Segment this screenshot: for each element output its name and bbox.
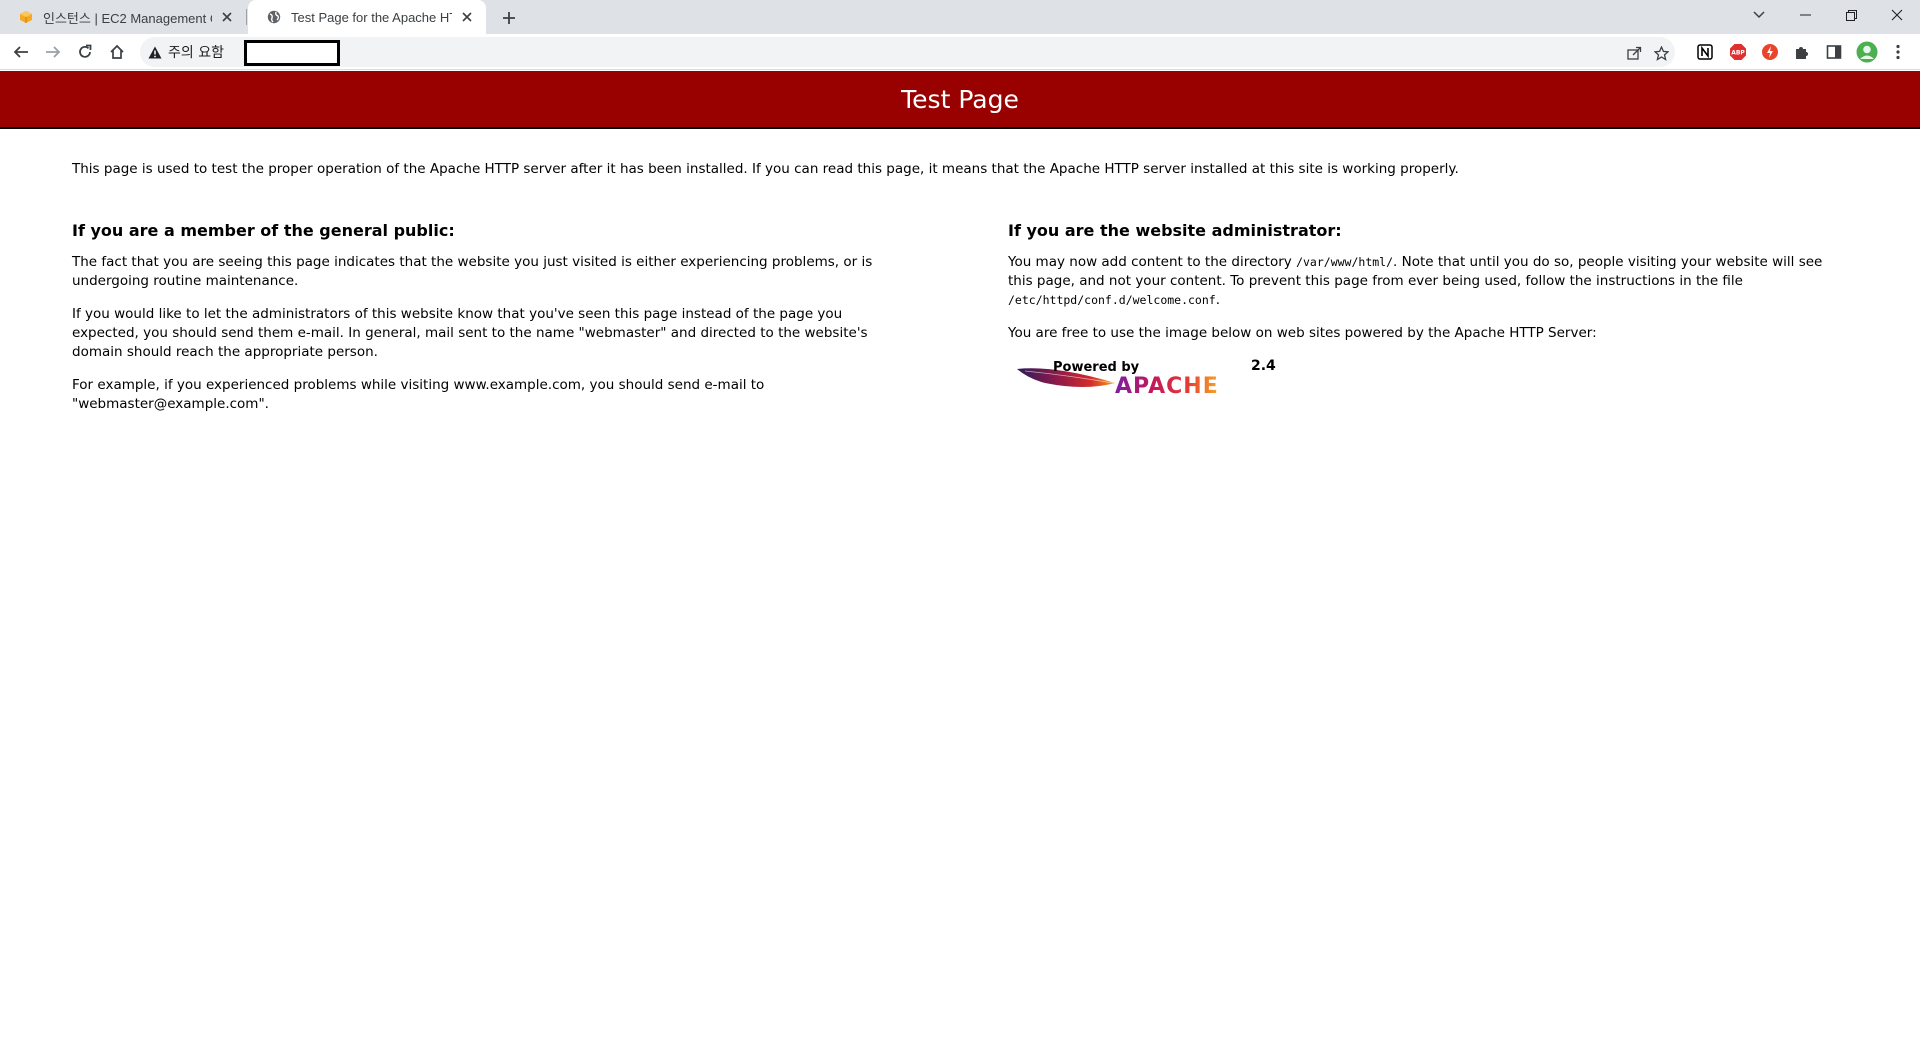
- tab-apache-test-page[interactable]: Test Page for the Apache HTTP: [248, 0, 486, 34]
- close-window-button[interactable]: [1874, 0, 1920, 30]
- public-paragraph-3: For example, if you experienced problems…: [72, 377, 765, 412]
- powered-by-text: Powered by: [1053, 360, 1140, 375]
- notion-icon: [1697, 44, 1713, 60]
- public-paragraph-2: If you would like to let the administrat…: [72, 306, 868, 360]
- public-heading: If you are a member of the general publi…: [72, 221, 455, 240]
- reload-button[interactable]: [71, 38, 99, 66]
- avatar-icon: [1856, 41, 1878, 63]
- arrow-right-icon: [46, 46, 61, 58]
- arrow-left-icon: [13, 46, 28, 58]
- warning-icon: [148, 46, 162, 58]
- close-icon: [1891, 9, 1903, 21]
- reload-icon: [79, 44, 92, 58]
- svg-text:ABP: ABP: [1731, 50, 1745, 57]
- close-tab-icon[interactable]: [218, 8, 236, 26]
- new-tab-button[interactable]: [496, 5, 522, 31]
- minimize-icon: [1799, 14, 1811, 16]
- home-icon: [110, 44, 124, 59]
- public-paragraph-1: The fact that you are seeing this page i…: [72, 254, 873, 289]
- admin-heading: If you are the website administrator:: [1008, 221, 1342, 240]
- close-tab-icon[interactable]: [458, 8, 476, 26]
- extension-adblock[interactable]: ABP: [1726, 40, 1750, 64]
- admin-paragraph-1: You may now add content to the directory…: [1008, 253, 1848, 310]
- page-banner: Test Page: [0, 71, 1920, 129]
- share-button[interactable]: [1623, 42, 1645, 64]
- page-content: This page is used to test the proper ope…: [72, 160, 1848, 428]
- powered-by-apache-logo: Powered by 2.4 APACHE: [1017, 358, 1276, 399]
- puzzle-icon: [1796, 47, 1808, 59]
- forward-button[interactable]: [39, 38, 67, 66]
- admin-text: .: [1215, 292, 1221, 308]
- intro-paragraph: This page is used to test the proper ope…: [72, 161, 1459, 177]
- config-file-path: /etc/httpd/conf.d/welcome.conf: [1008, 293, 1216, 307]
- two-column-section: If you are a member of the general publi…: [72, 221, 1848, 428]
- address-bar[interactable]: 주의 요함: [140, 37, 1675, 67]
- back-button[interactable]: [7, 38, 35, 66]
- extensions-menu-button[interactable]: [1790, 40, 1814, 64]
- minimize-button[interactable]: [1782, 0, 1828, 30]
- extension-notion[interactable]: [1693, 40, 1717, 64]
- lightning-icon: [1762, 44, 1778, 60]
- kebab-menu-icon: [1896, 44, 1900, 60]
- extension-red[interactable]: [1758, 40, 1782, 64]
- admin-section: If you are the website administrator: Yo…: [1008, 221, 1848, 428]
- aws-cube-icon: [18, 9, 34, 25]
- tab-strip: 인스턴스 | EC2 Management Co Test Page for t…: [0, 0, 1920, 34]
- restore-icon: [1845, 9, 1857, 21]
- star-icon: [1653, 45, 1669, 61]
- chevron-down-icon: [1753, 11, 1765, 19]
- security-indicator[interactable]: 주의 요함: [148, 42, 224, 62]
- tab-search-button[interactable]: [1736, 0, 1782, 30]
- page-title: Test Page: [901, 84, 1019, 114]
- bookmark-button[interactable]: [1650, 42, 1672, 64]
- tab-title: 인스턴스 | EC2 Management Co: [43, 10, 212, 26]
- tab-ec2-management[interactable]: 인스턴스 | EC2 Management Co: [0, 0, 246, 34]
- browser-toolbar: 주의 요함 ABP: [0, 34, 1920, 70]
- redacted-url[interactable]: [244, 40, 340, 66]
- tab-title: Test Page for the Apache HTTP: [291, 9, 452, 25]
- admin-text: You may now add content to the directory: [1008, 254, 1297, 270]
- home-button[interactable]: [103, 38, 131, 66]
- profile-button[interactable]: [1855, 40, 1879, 64]
- share-icon: [1626, 46, 1641, 60]
- admin-paragraph-2: You are free to use the image below on w…: [1008, 325, 1597, 341]
- apache-text: APACHE: [1115, 374, 1219, 399]
- restore-button[interactable]: [1828, 0, 1874, 30]
- version-text: 2.4: [1251, 358, 1276, 374]
- tab-divider: [246, 9, 247, 25]
- browser-menu-button[interactable]: [1886, 40, 1910, 64]
- plus-icon: [503, 12, 515, 24]
- globe-icon: [266, 9, 282, 25]
- adblock-icon: ABP: [1730, 44, 1746, 60]
- side-panel-button[interactable]: [1822, 40, 1846, 64]
- directory-path: /var/www/html/: [1296, 255, 1394, 269]
- public-section: If you are a member of the general publi…: [72, 221, 902, 428]
- side-panel-icon: [1826, 45, 1842, 59]
- security-label: 주의 요함: [168, 45, 224, 61]
